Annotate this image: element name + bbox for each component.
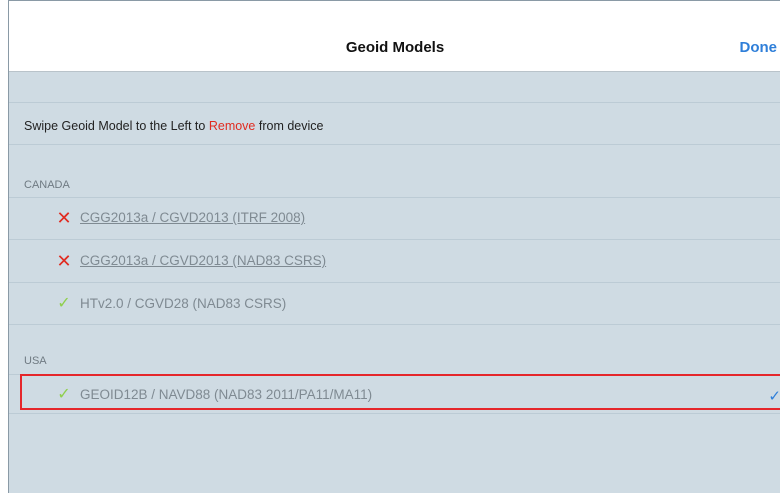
installed-check-icon: ✓ [57, 295, 71, 312]
divider [9, 413, 780, 414]
done-button[interactable]: Done [740, 39, 778, 56]
not-installed-x-icon: ✕ [56, 251, 72, 271]
divider [9, 374, 780, 375]
geoid-row-cgg2013a-itrf2008[interactable]: ✕ CGG2013a / CGVD2013 (ITRF 2008) [9, 197, 780, 239]
divider [9, 144, 780, 145]
page-title: Geoid Models [345, 39, 445, 56]
divider [9, 324, 780, 325]
geoid-label: GEOID12B / NAVD88 (NAD83 2011/PA11/MA11) [80, 387, 373, 402]
geoid-row-htv2-cgvd28[interactable]: ✓ HTv2.0 / CGVD28 (NAD83 CSRS) [9, 283, 780, 325]
swipe-instructions: Swipe Geoid Model to the Left to Remove … [24, 119, 323, 133]
instructions-prefix: Swipe Geoid Model to the Left to [24, 119, 209, 133]
geoid-label: HTv2.0 / CGVD28 (NAD83 CSRS) [80, 296, 287, 311]
installed-check-icon: ✓ [57, 386, 71, 403]
geoid-row-cgg2013a-nad83csrs[interactable]: ✕ CGG2013a / CGVD2013 (NAD83 CSRS) [9, 240, 780, 282]
remove-word: Remove [208, 119, 256, 133]
section-header-canada: CANADA [24, 179, 70, 191]
geoid-models-panel: Geoid Models Done Swipe Geoid Model to t… [8, 0, 780, 493]
divider [9, 102, 780, 103]
selected-check-icon: ✓ [768, 388, 780, 405]
geoid-row-geoid12b-navd88[interactable]: ✓ GEOID12B / NAVD88 (NAD83 2011/PA11/MA1… [9, 377, 780, 413]
section-header-usa: USA [24, 355, 47, 367]
instructions-suffix: from device [255, 119, 324, 133]
geoid-label: CGG2013a / CGVD2013 (ITRF 2008) [80, 210, 306, 225]
navigation-bar: Geoid Models Done [9, 1, 780, 72]
not-installed-x-icon: ✕ [56, 208, 72, 228]
geoid-label: CGG2013a / CGVD2013 (NAD83 CSRS) [80, 253, 327, 268]
